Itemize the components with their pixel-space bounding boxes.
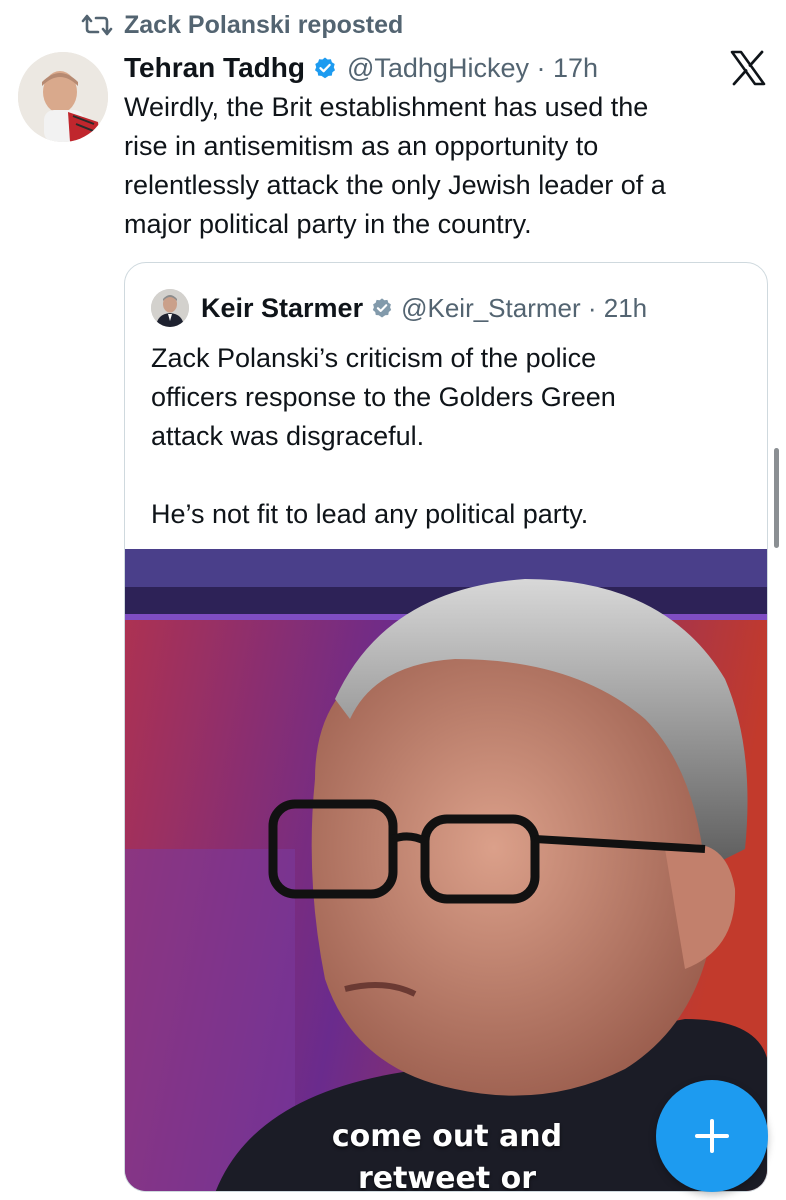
- author-name[interactable]: Tehran Tadhg: [124, 52, 305, 84]
- quoted-author-photo: [151, 289, 189, 327]
- scrollbar-thumb[interactable]: [774, 448, 779, 548]
- quoted-post-header: Keir Starmer @Keir_Starmer · 21h: [151, 289, 647, 327]
- quoted-text-line: Zack Polanski’s criticism of the police: [151, 343, 597, 373]
- verified-badge-icon: [372, 298, 392, 318]
- author-photo: [18, 52, 108, 142]
- verified-badge-icon: [314, 57, 335, 79]
- quoted-post-body: Zack Polanski’s criticism of the police …: [151, 339, 751, 534]
- author-handle-time[interactable]: @TadhgHickey · 17h: [347, 53, 598, 84]
- quoted-author-avatar[interactable]: [151, 289, 189, 327]
- repost-label: Zack Polanski reposted: [124, 10, 404, 39]
- quoted-text-line: attack was disgraceful.: [151, 421, 425, 451]
- post-header: Tehran Tadhg @TadhgHickey · 17h: [124, 48, 598, 88]
- x-logo-icon[interactable]: [729, 50, 767, 86]
- author-avatar[interactable]: [18, 52, 108, 142]
- quoted-author-handle-time[interactable]: @Keir_Starmer · 21h: [401, 293, 647, 324]
- post-text-line: major political party in the country.: [124, 209, 532, 239]
- quoted-text-line: officers response to the Golders Green: [151, 382, 616, 412]
- plus-icon: [695, 1119, 729, 1153]
- quoted-text-line: He’s not fit to lead any political party…: [151, 499, 589, 529]
- post-text-line: rise in antisemitism as an opportunity t…: [124, 131, 599, 161]
- repost-indicator[interactable]: Zack Polanski reposted: [80, 8, 403, 42]
- quoted-post-card[interactable]: Keir Starmer @Keir_Starmer · 21h Zack Po…: [124, 262, 768, 1192]
- repost-icon: [81, 14, 113, 36]
- compose-button[interactable]: [656, 1080, 768, 1192]
- post-text-line: Weirdly, the Brit establishment has used…: [124, 92, 649, 122]
- post-body: Weirdly, the Brit establishment has used…: [124, 88, 764, 244]
- quoted-author-name[interactable]: Keir Starmer: [201, 293, 363, 324]
- post-text-line: relentlessly attack the only Jewish lead…: [124, 170, 666, 200]
